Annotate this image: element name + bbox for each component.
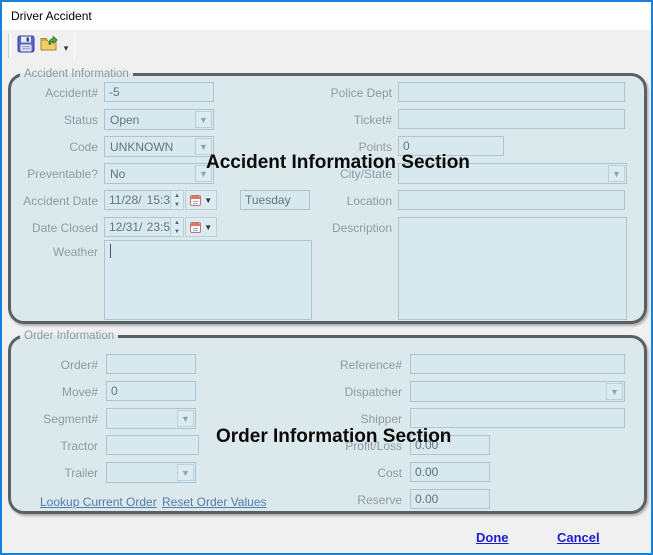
code-label: Code: [8, 140, 98, 154]
chevron-down-icon: ▼: [606, 383, 623, 400]
chevron-down-icon: ▼: [608, 165, 625, 182]
accident-number-input[interactable]: [104, 82, 214, 102]
accident-section-overlay-heading: Accident Information Section: [206, 152, 470, 174]
police-dept-input[interactable]: [398, 82, 625, 102]
save-icon: [17, 35, 35, 58]
preventable-label: Preventable?: [8, 167, 98, 181]
window-title: Driver Accident: [11, 9, 92, 23]
accident-weekday-display: Tuesday: [240, 190, 310, 210]
location-input[interactable]: [398, 190, 625, 210]
accident-date-spinner[interactable]: ▲▼: [170, 190, 184, 210]
open-save-options-button[interactable]: [38, 34, 60, 58]
accident-date-value: 11/28/: [109, 193, 141, 207]
accident-time-value: 15:3: [147, 193, 170, 207]
toolbar: ▾: [2, 30, 651, 64]
cost-input[interactable]: [410, 462, 490, 482]
weather-label: Weather: [8, 245, 98, 259]
redacted-year: [143, 194, 144, 207]
accident-date-calendar-button[interactable]: ▼: [185, 190, 217, 210]
dispatcher-select[interactable]: ▼: [410, 381, 625, 402]
reserve-label: Reserve: [312, 493, 402, 507]
open-folder-icon: [40, 35, 58, 58]
text-cursor: [110, 244, 111, 258]
weather-textarea[interactable]: [104, 240, 312, 320]
status-label: Status: [8, 113, 98, 127]
reserve-input[interactable]: [410, 489, 490, 509]
tractor-label: Tractor: [8, 439, 98, 453]
tractor-input[interactable]: [106, 435, 199, 455]
toolbar-separator: [74, 32, 75, 60]
date-closed-time-value: 23:5: [147, 220, 170, 234]
driver-accident-window: Driver Accident ▾ Accident Information A…: [0, 0, 653, 555]
segment-number-select[interactable]: ▼: [106, 408, 196, 429]
chevron-down-icon: ▼: [204, 223, 212, 232]
toolbar-gripper[interactable]: [8, 34, 11, 58]
order-number-label: Order#: [8, 358, 98, 372]
calendar-icon: [190, 195, 201, 206]
shipper-label: Shipper: [312, 412, 402, 426]
move-number-label: Move#: [8, 385, 98, 399]
order-number-input[interactable]: [106, 354, 196, 374]
accident-group-legend: Accident Information: [20, 68, 133, 80]
title-bar: Driver Accident: [2, 2, 651, 30]
ticket-number-input[interactable]: [398, 109, 625, 129]
accident-number-label: Accident#: [8, 86, 98, 100]
done-link[interactable]: Done: [476, 530, 509, 545]
trailer-select[interactable]: ▼: [106, 462, 196, 483]
save-button[interactable]: [15, 34, 37, 58]
date-closed-input[interactable]: 12/31/23:5: [104, 217, 171, 237]
chevron-down-icon: ▼: [177, 410, 194, 427]
status-select[interactable]: Open ▼: [104, 109, 214, 130]
preventable-value: No: [110, 167, 125, 181]
ticket-number-label: Ticket#: [302, 113, 392, 127]
accident-date-label: Accident Date: [8, 194, 98, 208]
reset-order-values-link[interactable]: Reset Order Values: [162, 495, 267, 509]
accident-date-input[interactable]: 11/28/15:3: [104, 190, 171, 210]
dispatcher-label: Dispatcher: [312, 385, 402, 399]
date-closed-spinner[interactable]: ▲▼: [170, 217, 184, 237]
description-label: Description: [302, 221, 392, 235]
chevron-down-icon: ▼: [177, 464, 194, 481]
move-number-input[interactable]: [106, 381, 196, 401]
date-closed-label: Date Closed: [8, 221, 98, 235]
code-select[interactable]: UNKNOWN ▼: [104, 136, 214, 157]
shipper-input[interactable]: [410, 408, 625, 428]
description-textarea[interactable]: [398, 217, 627, 320]
order-group-legend: Order Information: [20, 330, 118, 342]
code-value: UNKNOWN: [110, 140, 173, 154]
chevron-down-icon: ▼: [204, 196, 212, 205]
preventable-select[interactable]: No ▼: [104, 163, 214, 184]
toolbar-dropdown-caret[interactable]: ▾: [60, 40, 72, 54]
police-dept-label: Police Dept: [302, 86, 392, 100]
cost-label: Cost: [312, 466, 402, 480]
weekday-value: Tuesday: [245, 193, 291, 207]
calendar-icon: [190, 222, 201, 233]
date-closed-value: 12/31/: [109, 220, 142, 234]
trailer-label: Trailer: [8, 466, 98, 480]
reference-number-label: Reference#: [312, 358, 402, 372]
order-section-overlay-heading: Order Information Section: [216, 426, 451, 448]
lookup-current-order-link[interactable]: Lookup Current Order: [40, 495, 157, 509]
location-label: Location: [302, 194, 392, 208]
reference-number-input[interactable]: [410, 354, 625, 374]
chevron-down-icon: ▼: [195, 111, 212, 128]
status-value: Open: [110, 113, 139, 127]
segment-number-label: Segment#: [8, 412, 98, 426]
date-closed-calendar-button[interactable]: ▼: [185, 217, 217, 237]
cancel-link[interactable]: Cancel: [557, 530, 600, 545]
